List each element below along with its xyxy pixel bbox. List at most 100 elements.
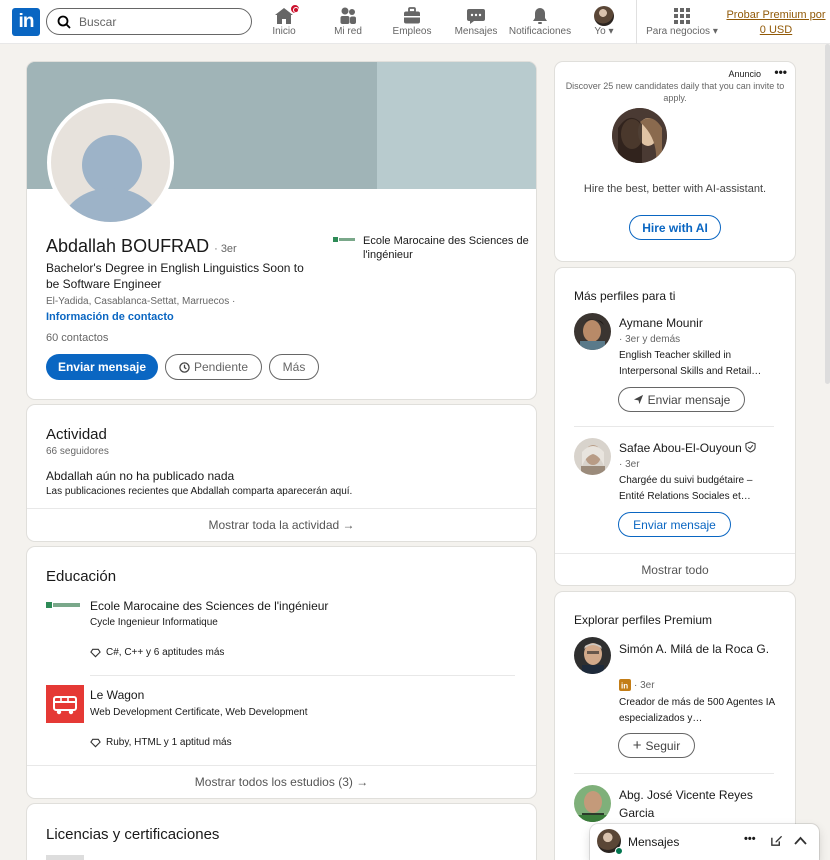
profile-avatar[interactable] — [574, 637, 611, 674]
nav-messaging-label: Mensajes — [454, 26, 498, 37]
nav-me-text: Yo — [594, 26, 606, 37]
divider — [27, 765, 536, 766]
nav-notifications-label: Notificaciones — [508, 26, 572, 37]
nav-home[interactable]: Inicio — [250, 3, 318, 41]
premium-link[interactable]: Probar Premium por 0 USD — [724, 8, 828, 38]
nav-network[interactable]: Mi red — [314, 5, 382, 41]
messaging-icon — [467, 9, 485, 24]
person-degree-row: in · 3er — [619, 679, 655, 691]
profile-avatar[interactable] — [574, 438, 611, 475]
nav-me[interactable]: Yo ▾ — [570, 5, 638, 41]
more-options-icon[interactable]: ••• — [774, 65, 787, 79]
scrollbar[interactable] — [825, 44, 830, 384]
education-school[interactable]: Ecole Marocaine des Sciences de l'ingéni… — [90, 599, 328, 613]
messaging-label: Mensajes — [628, 835, 680, 849]
more-profiles-card: Más perfiles para ti Aymane Mounir · 3er… — [555, 268, 795, 585]
person-degree: · 3er y demás — [619, 334, 681, 345]
send-message-button[interactable]: Enviar mensaje — [618, 387, 745, 412]
more-profiles-title: Más perfiles para ti — [574, 289, 676, 303]
nav-jobs[interactable]: Empleos — [378, 5, 446, 41]
send-message-button[interactable]: Enviar mensaje — [618, 512, 731, 537]
profile-location: El-Yadida, Casablanca-Settat, Marruecos … — [46, 296, 236, 307]
education-degree: Web Development Certificate, Web Develop… — [90, 707, 308, 718]
nav-network-label: Mi red — [334, 26, 362, 37]
followers-count[interactable]: 66 seguidores — [46, 446, 109, 457]
network-icon — [340, 7, 356, 24]
nav-business-text: Para negocios — [646, 26, 711, 37]
notification-badge — [289, 3, 301, 15]
chevron-down-icon: ▾ — [608, 26, 614, 37]
nav-business-label: Para negocios ▾ — [646, 27, 718, 37]
chevron-down-icon: ▾ — [712, 26, 718, 37]
train-icon — [53, 696, 77, 715]
avatar-icon — [594, 6, 614, 26]
logo-text: in — [18, 11, 35, 32]
ecole-logo — [46, 602, 80, 608]
connection-degree: · 3er — [214, 243, 237, 255]
bell-icon — [533, 8, 547, 24]
more-button[interactable]: Más — [269, 354, 319, 380]
search-input[interactable] — [79, 12, 244, 31]
education-skills[interactable]: Ruby, HTML y 1 aptitud más — [90, 737, 232, 748]
clock-icon — [179, 361, 190, 373]
nav-messaging[interactable]: Mensajes — [442, 5, 510, 41]
profile-headline: Bachelor's Degree in English Linguistics… — [46, 261, 304, 291]
diamond-icon — [90, 738, 101, 747]
show-all-profiles-link[interactable]: Mostrar todo — [555, 563, 795, 577]
education-title: Educación — [46, 568, 117, 585]
profile-name-text: Abdallah BOUFRAD — [46, 236, 210, 256]
profile-name: Abdallah BOUFRAD · 3er — [46, 236, 237, 257]
follow-button[interactable]: + Seguir — [618, 733, 695, 758]
person-degree: · 3er — [634, 679, 655, 691]
nav-notifications[interactable]: Notificaciones — [506, 5, 574, 41]
profile-school-name: Ecole Marocaine des Sciences de l'ingéni… — [363, 235, 529, 261]
activity-card: Actividad 66 seguidores Abdallah aún no … — [27, 405, 536, 541]
person-name[interactable]: Aymane Mounir — [619, 316, 703, 330]
compose-icon[interactable] — [770, 834, 783, 847]
messaging-bar[interactable]: Mensajes ••• — [590, 824, 819, 860]
education-skills-text: Ruby, HTML y 1 aptitud más — [106, 737, 232, 748]
show-all-activity-link[interactable]: Mostrar toda la actividad → — [27, 518, 536, 532]
activity-empty-desc: Las publicaciones recientes que Abdallah… — [46, 486, 353, 497]
profile-avatar[interactable] — [574, 313, 611, 350]
activity-title: Actividad — [46, 426, 107, 443]
chevron-up-icon[interactable] — [794, 836, 807, 845]
profile-avatar[interactable] — [574, 785, 611, 822]
premium-profiles-title: Explorar perfiles Premium — [574, 613, 713, 627]
ad-text: Hire the best, better with AI-assistant. — [583, 183, 767, 195]
person-name: Safae Abou-El-Ouyoun — [619, 441, 742, 455]
education-school[interactable]: Le Wagon — [90, 688, 144, 702]
search-box[interactable] — [46, 8, 252, 35]
briefcase-icon — [404, 7, 420, 24]
person-degree: · 3er — [619, 459, 640, 470]
premium-profiles-card: Explorar perfiles Premium Simón A. Milá … — [555, 592, 795, 860]
linkedin-logo[interactable]: in — [12, 8, 40, 36]
show-all-education-link[interactable]: Mostrar todos los estudios (3) → — [27, 775, 536, 789]
education-skills[interactable]: C#, C++ y 6 aptitudes más — [90, 647, 224, 658]
school-logo — [333, 237, 355, 242]
pending-button[interactable]: Pendiente — [165, 354, 262, 380]
licenses-title: Licencias y certificaciones — [46, 826, 220, 843]
nav-business[interactable]: Para negocios ▾ — [646, 5, 718, 41]
send-message-button[interactable]: Enviar mensaje — [46, 354, 158, 380]
profile-photo[interactable] — [47, 99, 174, 226]
nav-me-label: Yo ▾ — [570, 27, 638, 37]
le-wagon-logo[interactable] — [46, 685, 84, 723]
more-options-icon[interactable]: ••• — [744, 833, 756, 845]
education-card: Educación Ecole Marocaine des Sciences d… — [27, 547, 536, 798]
person-headline: Chargée du suivi budgétaire – Entité Rel… — [619, 475, 753, 502]
verified-icon — [745, 441, 756, 453]
divider — [90, 675, 515, 676]
contacts-count[interactable]: 60 contactos — [46, 332, 108, 344]
contact-info-link[interactable]: Información de contacto — [46, 311, 174, 323]
person-name-row[interactable]: Safae Abou-El-Ouyoun — [619, 441, 756, 455]
person-name[interactable]: Abg. José Vicente Reyes Garcia — [619, 786, 779, 822]
divider — [574, 426, 774, 427]
person-headline: Creador de más de 500 Agentes IA especia… — [619, 697, 775, 724]
nav-divider — [636, 0, 637, 44]
person-name[interactable]: Simón A. Milá de la Roca G. — [619, 640, 779, 658]
send-message-label: Enviar mensaje — [647, 392, 731, 407]
plus-icon: + — [632, 736, 642, 754]
ad-card: Anuncio ••• Discover 25 new candidates d… — [555, 62, 795, 261]
hire-with-ai-button[interactable]: Hire with AI — [629, 215, 721, 240]
